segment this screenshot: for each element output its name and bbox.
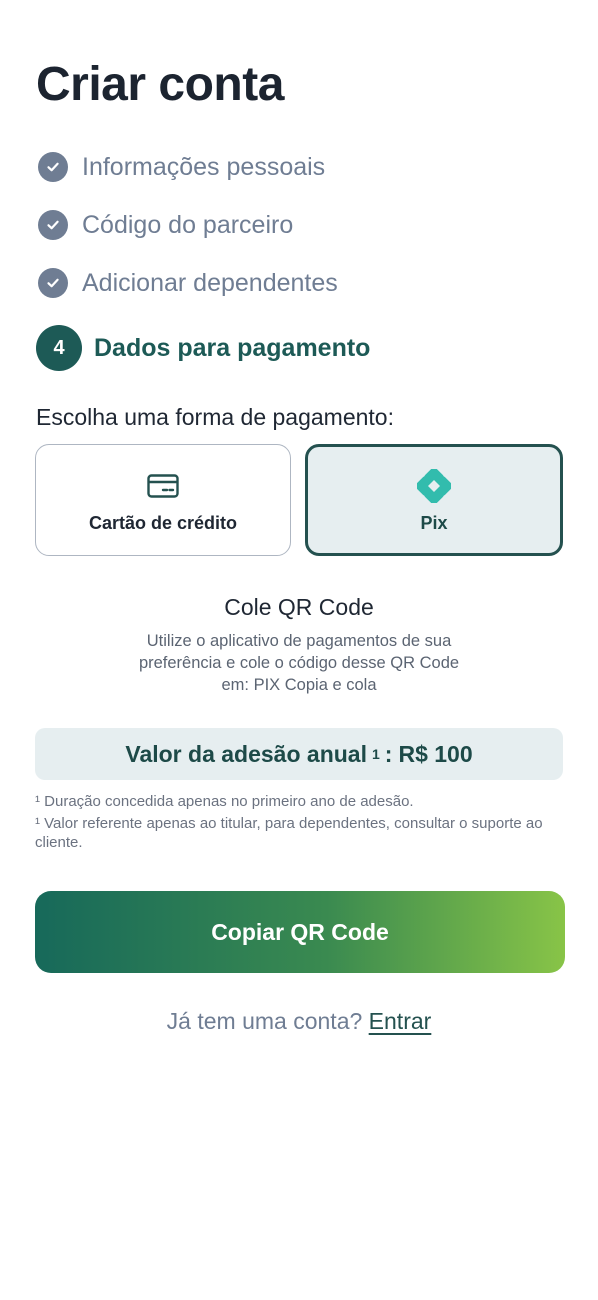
step-label: Código do parceiro [82,210,294,239]
step-label: Dados para pagamento [94,333,371,362]
credit-card-icon [147,471,179,501]
credit-card-label: Cartão de crédito [88,512,238,533]
step-label: Informações pessoais [82,152,326,181]
fee-footnote-marker: 1 [371,746,380,762]
footnote: ¹ Valor referente apenas ao titular, par… [35,815,543,851]
page-title: Criar conta [36,58,284,111]
pix-label: Pix [420,512,448,533]
pix-icon [417,468,451,503]
step-add-dependents: Adicionar dependentes [36,254,566,312]
fee-separator: : [384,740,393,767]
fee-label: Valor da adesão anual [125,740,367,767]
payment-method-prompt: Escolha uma forma de pagamento: [36,404,394,430]
step-personal-info: Informações pessoais [36,138,566,196]
credit-card-option[interactable]: Cartão de crédito [35,444,291,556]
qr-description: Utilize o aplicativo de pagamentos de su… [138,632,460,694]
check-circle-icon [38,152,68,182]
login-prompt: Já tem uma conta? [166,1008,363,1034]
fee-value: R$ 100 [398,740,473,767]
footnote: ¹ Duração concedida apenas no primeiro a… [35,793,414,810]
step-payment-data: 4 Dados para pagamento [36,312,566,384]
step-partner-code: Código do parceiro [36,196,566,254]
annual-fee-banner: Valor da adesão anual 1 : R$ 100 [35,728,563,780]
copy-qr-code-button[interactable]: Copiar QR Code [35,891,565,973]
footnotes: ¹ Duração concedida apenas no primeiro a… [35,792,555,855]
check-circle-icon [38,268,68,298]
login-prompt-row: Já tem uma conta? Entrar [0,1008,598,1035]
qr-title: Cole QR Code [224,594,374,620]
check-circle-icon [38,210,68,240]
pix-option[interactable]: Pix [305,444,563,556]
step-number-badge: 4 [36,325,82,371]
step-list: Informações pessoais Código do parceiro … [36,138,566,384]
step-label: Adicionar dependentes [82,268,338,297]
login-link[interactable]: Entrar [369,1008,432,1034]
